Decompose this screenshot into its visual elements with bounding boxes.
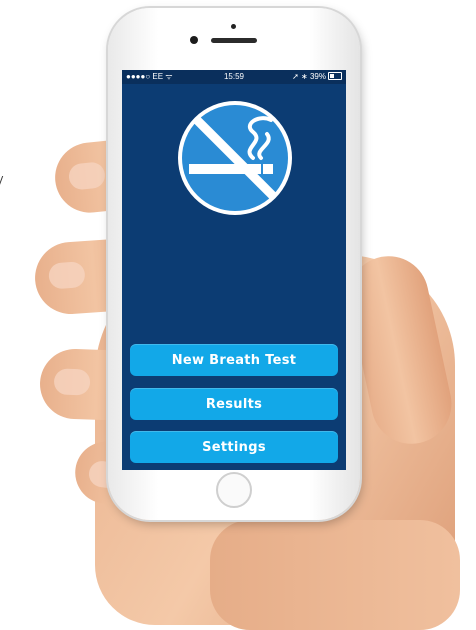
hand-wrist: [210, 520, 460, 630]
no-smoking-icon: [178, 101, 292, 215]
phone-device: ●●●●○ EE ᯤ 15:59 ➚ ∗ 39% New Breath Test…: [108, 8, 360, 520]
battery-percent: ➚ ∗ 39%: [292, 72, 326, 81]
home-button[interactable]: [216, 472, 252, 508]
new-breath-test-button[interactable]: New Breath Test: [130, 344, 338, 376]
front-sensor: [231, 24, 236, 29]
earpiece-speaker: [211, 38, 257, 43]
fingernail: [48, 261, 86, 290]
battery-icon: [328, 72, 342, 80]
fingernail: [53, 368, 91, 396]
status-right: ➚ ∗ 39%: [292, 70, 342, 84]
settings-button[interactable]: Settings: [130, 431, 338, 463]
fingernail: [67, 161, 107, 191]
front-camera: [190, 36, 198, 44]
edge-mark: [0, 176, 8, 188]
status-bar: ●●●●○ EE ᯤ 15:59 ➚ ∗ 39%: [122, 70, 346, 84]
app-screen: ●●●●○ EE ᯤ 15:59 ➚ ∗ 39% New Breath Test…: [122, 70, 346, 470]
results-button[interactable]: Results: [130, 388, 338, 420]
